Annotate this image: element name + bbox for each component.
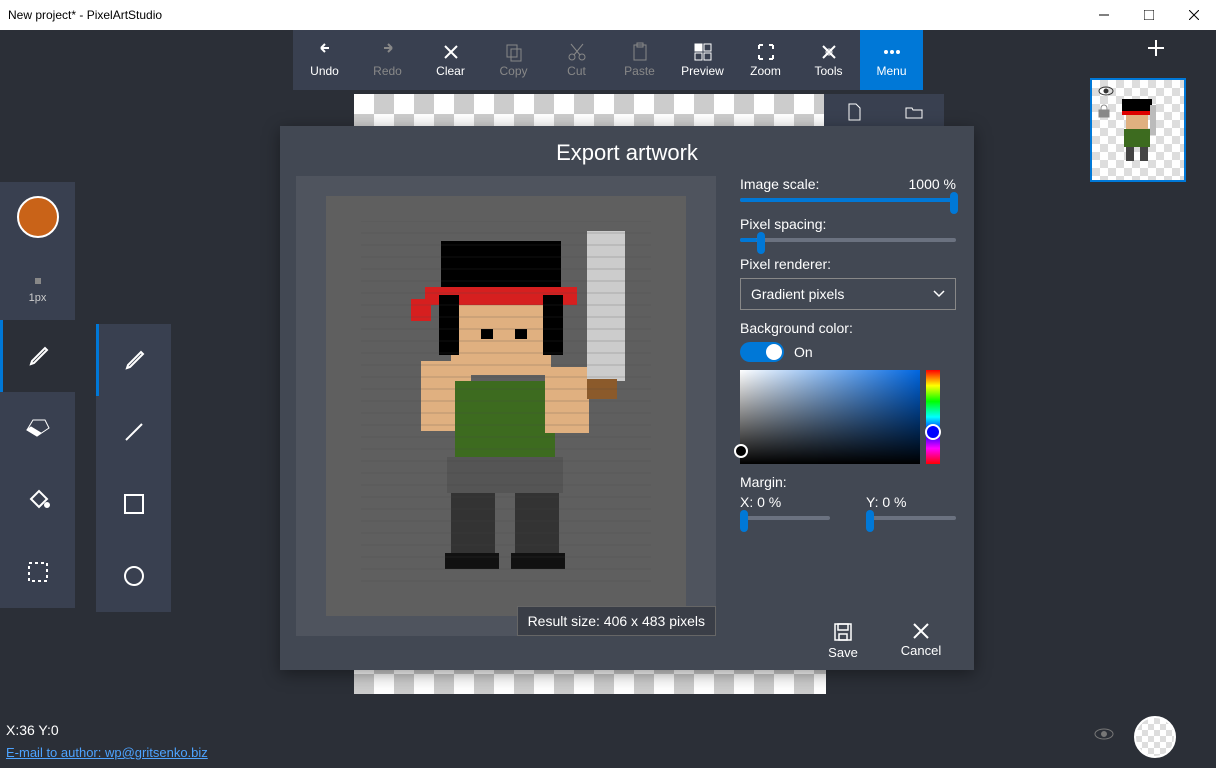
toolbar-preview[interactable]: Preview: [671, 30, 734, 90]
toolbar-undo[interactable]: Undo: [293, 30, 356, 90]
dropdown-value: Gradient pixels: [751, 286, 844, 302]
window-title: New project* - PixelArtStudio: [0, 8, 1081, 22]
primary-color-swatch[interactable]: [17, 196, 59, 238]
toolbar-clear[interactable]: Clear: [419, 30, 482, 90]
preview-image: [326, 196, 686, 616]
toggle-state: On: [794, 344, 813, 360]
file-tab-open[interactable]: [884, 94, 944, 130]
chevron-down-icon: [933, 290, 945, 298]
draw-circle[interactable]: [96, 540, 171, 612]
layer-lock-icon[interactable]: [1098, 104, 1110, 123]
pixel-spacing-slider[interactable]: [740, 238, 956, 242]
color-satval-picker[interactable]: [740, 370, 920, 464]
margin-label: Margin:: [740, 474, 956, 490]
toolbar-cut: Cut: [545, 30, 608, 90]
bg-color-swatch[interactable]: [1134, 716, 1176, 758]
color-hue-slider[interactable]: [926, 370, 940, 464]
select-tool[interactable]: [0, 536, 75, 608]
artwork-preview-icon: [361, 221, 651, 591]
close-button[interactable]: [1171, 0, 1216, 30]
main-toolbar: UndoRedoClearCopyCutPastePreviewZoomTool…: [0, 30, 1216, 90]
layer-thumbnail[interactable]: [1090, 78, 1186, 182]
eraser-tool[interactable]: [0, 392, 75, 464]
result-size-label: Result size: 406 x 483 pixels: [517, 606, 716, 636]
left-toolbox: 1px: [0, 182, 75, 608]
pencil-tool[interactable]: [0, 320, 75, 392]
visibility-icon[interactable]: [1094, 727, 1114, 746]
maximize-button[interactable]: [1126, 0, 1171, 30]
margin-y-label: Y: 0 %: [866, 494, 956, 510]
toolbar-paste: Paste: [608, 30, 671, 90]
image-scale-value: 1000 %: [909, 176, 956, 192]
toolbar-tools[interactable]: Tools: [797, 30, 860, 90]
pixel-renderer-label: Pixel renderer:: [740, 256, 956, 272]
shape-toolbox: [96, 324, 171, 612]
author-email-link[interactable]: E-mail to author: wp@gritsenko.biz: [6, 745, 208, 760]
file-tabs: [824, 94, 944, 130]
image-scale-label: Image scale:: [740, 176, 819, 192]
status-coordinates: X:36 Y:0: [6, 722, 59, 738]
margin-y-slider[interactable]: [866, 516, 956, 520]
toolbar-redo: Redo: [356, 30, 419, 90]
export-controls: Image scale: 1000 % Pixel spacing: Pixel …: [740, 176, 956, 636]
brush-size-label: 1px: [29, 292, 47, 304]
toolbar-menu[interactable]: Menu: [860, 30, 923, 90]
pixel-renderer-dropdown[interactable]: Gradient pixels: [740, 278, 956, 310]
draw-line[interactable]: [96, 396, 171, 468]
file-tab-document[interactable]: [824, 94, 884, 130]
secondary-color-dot[interactable]: [35, 278, 41, 284]
save-button[interactable]: Save: [818, 622, 868, 660]
minimize-button[interactable]: [1081, 0, 1126, 30]
export-preview: Result size: 406 x 483 pixels: [296, 176, 716, 636]
draw-rect[interactable]: [96, 468, 171, 540]
layer-visible-icon[interactable]: [1098, 84, 1114, 102]
export-dialog: Export artwork: [280, 126, 974, 670]
pixel-spacing-label: Pixel spacing:: [740, 216, 826, 232]
add-layer-button[interactable]: [1146, 38, 1166, 63]
title-bar: New project* - PixelArtStudio: [0, 0, 1216, 30]
toolbar-copy: Copy: [482, 30, 545, 90]
margin-x-slider[interactable]: [740, 516, 830, 520]
dialog-title: Export artwork: [280, 126, 974, 176]
bg-color-toggle[interactable]: [740, 342, 784, 362]
fill-tool[interactable]: [0, 464, 75, 536]
save-icon: [833, 622, 853, 642]
layer-art-icon: [1108, 95, 1168, 165]
close-icon: [912, 622, 930, 640]
image-scale-slider[interactable]: [740, 198, 956, 202]
cancel-button[interactable]: Cancel: [896, 622, 946, 660]
toolbar-zoom[interactable]: Zoom: [734, 30, 797, 90]
draw-pencil[interactable]: [96, 324, 171, 396]
margin-x-label: X: 0 %: [740, 494, 830, 510]
bg-color-label: Background color:: [740, 320, 956, 336]
